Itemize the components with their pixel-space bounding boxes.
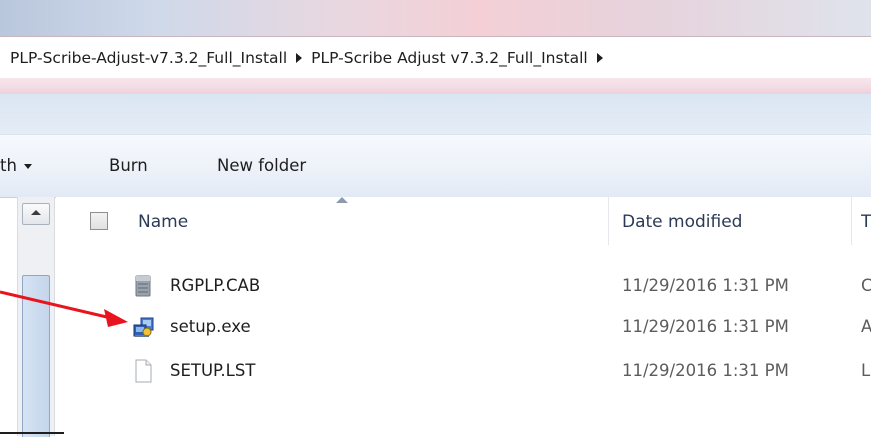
share-with-button[interactable]: th bbox=[0, 135, 32, 197]
file-row-setup-exe[interactable]: setup.exe 11/29/2016 1:31 PM A bbox=[56, 310, 871, 344]
setup-exe-icon bbox=[132, 315, 154, 339]
address-bar[interactable]: PLP-Scribe-Adjust-v7.3.2_Full_Install PL… bbox=[0, 36, 871, 80]
command-bar: th Burn New folder bbox=[0, 134, 871, 198]
file-type: A bbox=[861, 317, 871, 336]
divider-line bbox=[0, 432, 64, 434]
breadcrumb-item-parent[interactable]: PLP-Scribe-Adjust-v7.3.2_Full_Install bbox=[10, 49, 287, 67]
file-row-setup-lst[interactable]: SETUP.LST 11/29/2016 1:31 PM L bbox=[56, 354, 871, 388]
window-title-bar bbox=[0, 0, 871, 36]
cab-file-icon bbox=[132, 274, 154, 298]
file-name: SETUP.LST bbox=[170, 361, 256, 380]
file-date-modified: 11/29/2016 1:31 PM bbox=[622, 276, 789, 295]
file-row-rgplp-cab[interactable]: RGPLP.CAB 11/29/2016 1:31 PM C bbox=[56, 269, 871, 303]
blank-file-icon bbox=[132, 359, 154, 383]
sort-ascending-icon bbox=[336, 197, 348, 203]
chevron-down-icon bbox=[23, 164, 32, 169]
navigation-pane-scrollbar[interactable] bbox=[17, 197, 55, 437]
file-date-modified: 11/29/2016 1:31 PM bbox=[622, 361, 789, 380]
file-type: L bbox=[861, 361, 871, 380]
breadcrumb-separator-icon[interactable] bbox=[296, 53, 303, 63]
select-all-checkbox[interactable] bbox=[90, 212, 108, 230]
column-header-name[interactable]: Name bbox=[138, 197, 188, 245]
scroll-up-arrow-icon[interactable] bbox=[22, 203, 50, 225]
file-name: RGPLP.CAB bbox=[170, 276, 261, 295]
column-header-type[interactable]: T bbox=[861, 197, 871, 245]
share-with-label: th bbox=[0, 156, 17, 175]
new-folder-button[interactable]: New folder bbox=[217, 135, 306, 197]
column-header-date-modified[interactable]: Date modified bbox=[622, 197, 742, 245]
file-list-header: Name Date modified T bbox=[56, 197, 871, 245]
breadcrumb-item-current[interactable]: PLP-Scribe Adjust v7.3.2_Full_Install bbox=[311, 49, 588, 67]
breadcrumb: PLP-Scribe-Adjust-v7.3.2_Full_Install PL… bbox=[0, 49, 612, 67]
file-name: setup.exe bbox=[170, 317, 251, 336]
scrollbar-thumb[interactable] bbox=[22, 275, 50, 437]
file-date-modified: 11/29/2016 1:31 PM bbox=[622, 317, 789, 336]
column-divider[interactable] bbox=[608, 197, 609, 245]
column-divider[interactable] bbox=[851, 197, 852, 245]
file-type: C bbox=[861, 276, 871, 295]
burn-button[interactable]: Burn bbox=[109, 135, 148, 197]
address-bar-border bbox=[0, 78, 871, 94]
window-frame-strip bbox=[0, 94, 871, 134]
breadcrumb-separator-icon[interactable] bbox=[596, 53, 603, 63]
